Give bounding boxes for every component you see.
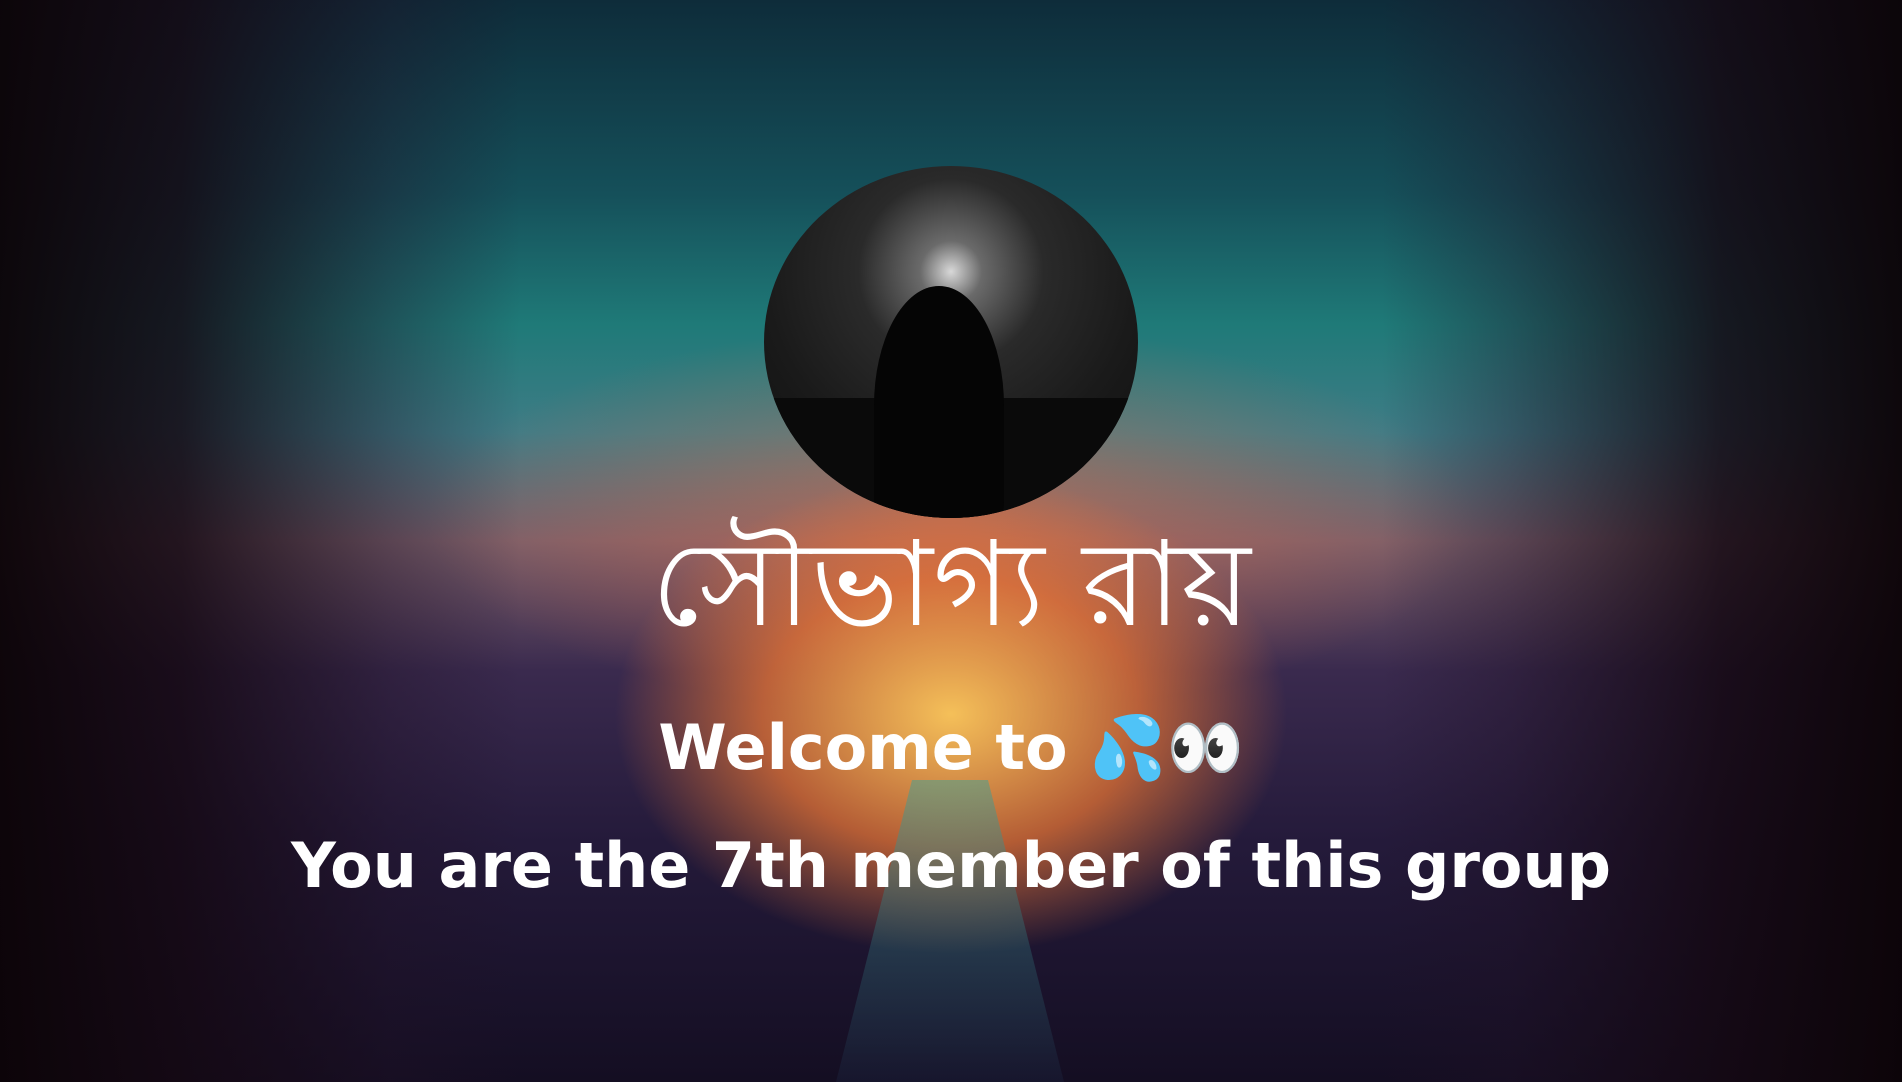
avatar-silhouette (874, 286, 1004, 518)
welcome-text: Welcome to 💦👀 (658, 711, 1244, 784)
avatar (764, 166, 1138, 518)
member-name: সৌভাগ্য রায় (651, 515, 1251, 653)
member-count-text: You are the 7th member of this group (290, 829, 1612, 902)
